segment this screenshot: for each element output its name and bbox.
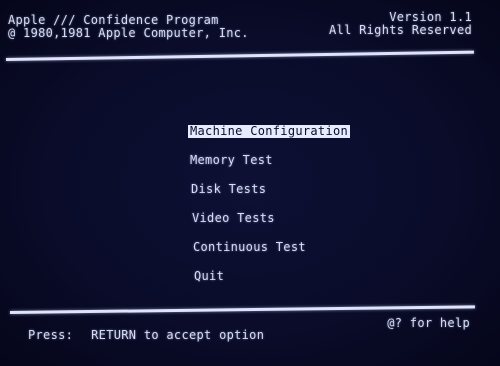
copyright-notice: @ 1980,1981 Apple Computer, Inc. [8, 26, 249, 40]
press-label: Press: [28, 328, 74, 342]
menu-item-label: Video Tests [192, 211, 275, 225]
version-header: Version 1.1 All Rights Reserved [329, 11, 472, 37]
menu-item-label: Quit [194, 269, 225, 283]
program-header: Apple /// Confidence Program @ 1980,1981 … [8, 14, 249, 40]
help-hint: @? for help [387, 316, 470, 330]
bottom-divider [9, 305, 475, 314]
menu-item-quit[interactable]: Quit [192, 270, 366, 284]
menu-item-machine-configuration[interactable]: Machine Configuration [188, 125, 366, 139]
menu-item-memory-test[interactable]: Memory Test [188, 154, 366, 168]
main-menu: Machine Configuration Memory Test Disk T… [186, 125, 366, 299]
footer-instructions: Press: RETURN to accept option [28, 329, 264, 342]
menu-item-label: Continuous Test [193, 240, 306, 254]
menu-item-continuous-test[interactable]: Continuous Test [191, 241, 366, 255]
menu-item-label: Memory Test [190, 153, 273, 167]
menu-item-disk-tests[interactable]: Disk Tests [189, 183, 366, 197]
return-hint: RETURN to accept option [91, 328, 265, 342]
menu-item-label: Machine Configuration [188, 124, 351, 138]
apple-iii-confidence-screen: Apple /// Confidence Program @ 1980,1981 … [0, 0, 500, 366]
rights-notice: All Rights Reserved [329, 23, 472, 37]
menu-item-video-tests[interactable]: Video Tests [190, 212, 366, 226]
top-divider [5, 50, 474, 61]
menu-item-label: Disk Tests [191, 182, 267, 196]
